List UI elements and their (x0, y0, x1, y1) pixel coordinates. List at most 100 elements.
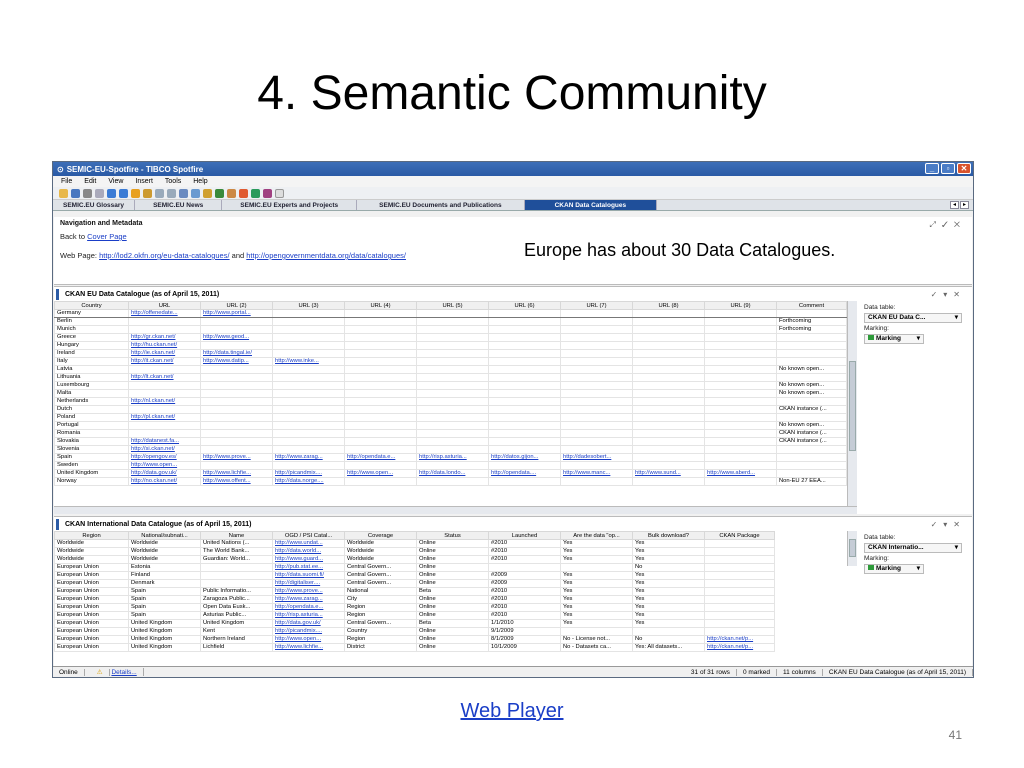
table-row[interactable]: Luxembourg No known open... (54, 381, 847, 390)
table-row[interactable]: Slovenia http://si.ckan.net/ (54, 445, 847, 454)
minimize-button[interactable]: _ (925, 163, 939, 174)
menu-file[interactable]: File (61, 178, 72, 185)
cover-page-link[interactable]: Cover Page (87, 232, 127, 241)
table-row[interactable]: European Union United Kingdom United Kingd… (54, 619, 775, 628)
open-icon[interactable] (59, 188, 68, 198)
restore-button[interactable]: ▫ (941, 163, 955, 174)
lod2-link[interactable]: http://lod2.okfn.org/eu-data-catalogues/ (99, 251, 230, 260)
column-header[interactable]: Country (54, 301, 129, 310)
data-table-dropdown[interactable]: CKAN EU Data C... ▾ (864, 313, 962, 323)
column-header[interactable]: Name (200, 531, 273, 540)
table-row[interactable]: Romania CKAN instance (... (54, 429, 847, 438)
column-header[interactable]: Coverage (344, 531, 417, 540)
column-header[interactable]: URL (2) (200, 301, 273, 310)
table-row[interactable]: Poland http://pl.ckan.net/ (54, 413, 847, 422)
eu-data-table[interactable]: Country URL URL (2) URL (3) URL (4) URL (5) UR… (54, 301, 847, 486)
table-row[interactable]: Sweden http://www.open... (54, 461, 847, 470)
pie-chart-icon[interactable] (239, 188, 248, 198)
table-row[interactable]: Norway http://no.ckan.net/http://www.offe… (54, 477, 847, 486)
table-row[interactable]: Malta No known open... (54, 389, 847, 398)
eu-horizontal-scrollbar[interactable] (54, 506, 857, 514)
table-row[interactable]: European Union Spain Asturias Public... htt… (54, 611, 775, 620)
column-header[interactable]: URL (128, 301, 201, 310)
line-chart-icon[interactable] (215, 188, 224, 198)
table-row[interactable]: European Union Denmark http://digitaliser.… (54, 579, 775, 588)
table-icon[interactable] (191, 188, 200, 198)
status-details[interactable]: ⚠ Details... (85, 668, 144, 676)
data-table-dropdown[interactable]: CKAN Internatio... ▾ (864, 543, 962, 553)
eu-panel-controls[interactable]: ✓▾✕ (931, 290, 966, 299)
tab-next-icon[interactable]: ▸ (960, 201, 969, 209)
table-row[interactable]: European Union United Kingdom Lichfield htt… (54, 643, 775, 652)
table-row[interactable]: Netherlands http://nl.ckan.net/ (54, 397, 847, 406)
marking-dropdown[interactable]: Marking ▾ (864, 334, 924, 344)
split-icon[interactable] (167, 188, 176, 198)
menu-edit[interactable]: Edit (84, 178, 96, 185)
close-button[interactable]: ✕ (957, 163, 971, 174)
column-header[interactable]: CKAN Package (704, 531, 775, 540)
table-row[interactable]: Hungary http://hu.ckan.net/ (54, 341, 847, 350)
table-row[interactable]: Germany http://offenedate... http://www.po… (54, 309, 847, 318)
intl-panel-controls[interactable]: ✓▾✕ (931, 520, 966, 529)
save-icon[interactable] (71, 188, 80, 198)
table-row[interactable]: Latvia No known open... (54, 365, 847, 374)
table-row[interactable]: Lithuania http://lt.ckan.net/ (54, 373, 847, 382)
menu-help[interactable]: Help (193, 178, 207, 185)
column-header[interactable]: URL (6) (488, 301, 561, 310)
bookmark-icon[interactable] (131, 188, 140, 198)
redo-icon[interactable] (119, 188, 128, 198)
column-header[interactable]: Status (416, 531, 489, 540)
menu-tools[interactable]: Tools (165, 178, 181, 185)
opengov-link[interactable]: http://opengovernmentdata.org/data/catal… (246, 251, 406, 260)
table-row[interactable]: European Union United Kingdom Northern Ire… (54, 635, 775, 644)
intl-vertical-scrollbar[interactable] (847, 531, 857, 566)
column-header[interactable]: URL (5) (416, 301, 489, 310)
filter-icon[interactable] (179, 188, 188, 198)
tab-news[interactable]: SEMIC.EU News (135, 200, 223, 210)
tab-documents[interactable]: SEMIC.EU Documents and Publications (357, 200, 525, 210)
text-icon[interactable] (275, 188, 284, 198)
marking-dropdown[interactable]: Marking ▾ (864, 564, 924, 574)
table-row[interactable]: Spain http://opengov.es/http://www.prove.… (54, 453, 847, 462)
column-header[interactable]: URL (7) (560, 301, 633, 310)
table-row[interactable]: Dutch CKAN instance (... (54, 405, 847, 414)
table-row[interactable]: European Union United Kingdom Kent http://p… (54, 627, 775, 636)
menu-view[interactable]: View (108, 178, 123, 185)
column-header[interactable]: Bulk download? (632, 531, 705, 540)
table-row[interactable]: Worldwide Worldwide Guardian: World... http… (54, 555, 775, 564)
table-row[interactable]: Worldwide Worldwide United Nations (... htt… (54, 539, 775, 548)
layout-icon[interactable] (155, 188, 164, 198)
column-header[interactable]: Comment (776, 301, 847, 310)
table-row[interactable]: European Union Spain Public Informatio... h… (54, 587, 775, 596)
intl-data-table[interactable]: Region National/subnati... Name OGD / PSI C… (54, 531, 775, 652)
table-row[interactable]: European Union Spain Open Data Eusk... http… (54, 603, 775, 612)
column-header[interactable]: URL (3) (272, 301, 345, 310)
undo-icon[interactable] (107, 188, 116, 198)
table-row[interactable]: Worldwide Worldwide The World Bank... http:… (54, 547, 775, 556)
bar-chart-icon[interactable] (203, 188, 212, 198)
menu-insert[interactable]: Insert (135, 178, 153, 185)
column-header[interactable]: URL (9) (704, 301, 777, 310)
table-row[interactable]: Ireland http://ie.ckan.net/http://data.ti… (54, 349, 847, 358)
column-header[interactable]: URL (4) (344, 301, 417, 310)
map-icon[interactable] (251, 188, 260, 198)
table-row[interactable]: Slovakia http://datanest.fa... CKAN instan… (54, 437, 847, 446)
table-row[interactable]: United Kingdom http://data.gov.uk/http://… (54, 469, 847, 478)
column-header[interactable]: National/subnati... (128, 531, 201, 540)
table-row[interactable]: European Union Finland http://data.suomi.f… (54, 571, 775, 580)
panel-controls[interactable]: ⤢✓✕ (929, 220, 966, 230)
column-header[interactable]: OGD / PSI Catal... (272, 531, 345, 540)
table-row[interactable]: Munich Forthcoming (54, 325, 847, 334)
tab-experts-projects[interactable]: SEMIC.EU Experts and Projects (222, 200, 358, 210)
tab-glossary[interactable]: SEMIC.EU Glossary (53, 200, 136, 210)
column-header[interactable]: Launched (488, 531, 561, 540)
table-row[interactable]: European Union Spain Zaragoza Public... htt… (54, 595, 775, 604)
web-player-link[interactable]: Web Player (0, 700, 1024, 723)
details-link[interactable]: Details... (111, 669, 136, 676)
column-header[interactable]: URL (8) (632, 301, 705, 310)
table-row[interactable]: Italy http://it.ckan.net/http://www.datip… (54, 357, 847, 366)
home-icon[interactable] (143, 188, 152, 198)
copy-icon[interactable] (95, 188, 104, 198)
print-icon[interactable] (83, 188, 92, 198)
tab-ckan-catalogues[interactable]: CKAN Data Catalogues (524, 200, 658, 210)
